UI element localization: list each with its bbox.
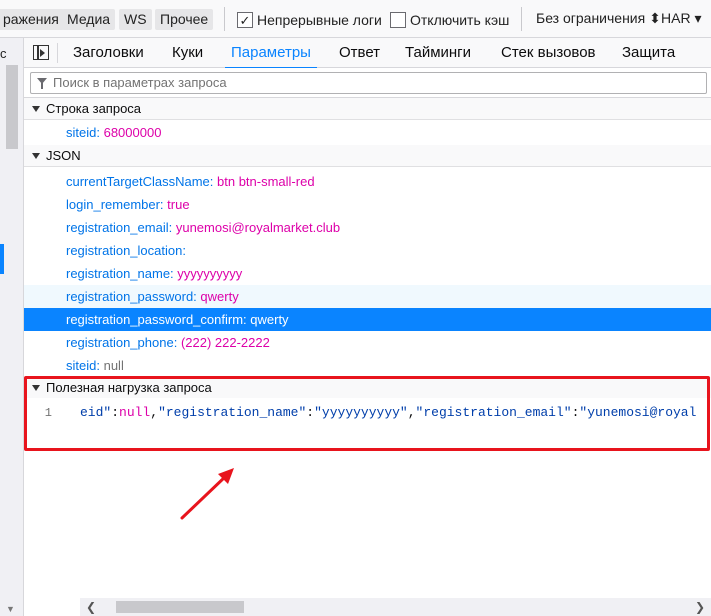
tab-headers[interactable]: Заголовки	[73, 38, 144, 68]
filter-images-button[interactable]: ражения	[0, 9, 64, 30]
param-key: registration_name:	[66, 266, 174, 281]
toolbar-divider	[521, 7, 522, 31]
persist-logs-checkbox[interactable]: ✓ Непрерывные логи	[237, 10, 382, 30]
param-key: login_remember:	[66, 197, 164, 212]
query-string-section-header[interactable]: Строка запроса	[24, 98, 711, 120]
param-row-hovered[interactable]: registration_password: qwerty	[24, 285, 711, 308]
filter-ws-button[interactable]: WS	[119, 9, 152, 30]
devtools-network-panel: ражения Медиа WS Прочее ✓ Непрерывные ло…	[0, 0, 711, 616]
param-value: true	[167, 197, 190, 212]
horizontal-scrollbar-thumb[interactable]	[116, 601, 244, 613]
selected-request-marker	[0, 244, 4, 274]
tab-security[interactable]: Защита	[622, 38, 675, 68]
horizontal-scrollbar[interactable]: ❮ ❯	[80, 598, 711, 616]
param-value: btn btn-small-red	[217, 174, 315, 189]
section-title: JSON	[46, 148, 81, 163]
disable-cache-label: Отключить кэш	[410, 12, 510, 28]
scroll-left-icon[interactable]: ❮	[86, 600, 96, 614]
param-row[interactable]: siteid: null	[24, 354, 711, 377]
param-row[interactable]: registration_location:	[24, 239, 711, 262]
tab-response[interactable]: Ответ	[339, 38, 380, 68]
expand-triangle-icon[interactable]	[32, 153, 40, 159]
filter-other-button[interactable]: Прочее	[155, 9, 214, 30]
details-tabbar: Заголовки Куки Параметры Ответ Тайминги …	[24, 38, 711, 69]
param-value: yunemosi@royalmarket.club	[175, 220, 341, 235]
checkbox-unchecked-icon[interactable]	[390, 12, 406, 28]
params-panel: Строка запроса siteid: 68000000 JSON cur…	[24, 98, 711, 598]
param-key: registration_password:	[66, 289, 197, 304]
params-filter-input[interactable]	[53, 75, 693, 90]
har-menu-button[interactable]: HAR ▾	[661, 10, 701, 27]
filter-media-button[interactable]: Медиа	[62, 9, 116, 30]
throttling-select[interactable]: Без ограничения ⬍	[536, 10, 661, 27]
section-title: Строка запроса	[46, 101, 142, 116]
highlight-annotation-box	[24, 376, 710, 451]
param-value: yyyyyyyyyy	[177, 266, 243, 281]
param-row[interactable]: login_remember: true	[24, 193, 711, 216]
disable-cache-checkbox[interactable]: Отключить кэш	[390, 10, 509, 30]
param-value: 68000000	[103, 125, 162, 140]
param-key: registration_password_confirm:	[66, 312, 247, 327]
filter-funnel-icon	[37, 78, 47, 89]
param-value: null	[103, 358, 124, 373]
checkbox-checked-icon[interactable]: ✓	[237, 12, 253, 28]
params-filter-box[interactable]	[30, 72, 707, 94]
annotation-arrow-icon	[180, 468, 234, 520]
param-key: registration_location:	[66, 243, 186, 258]
scroll-right-icon[interactable]: ❯	[695, 600, 705, 614]
tab-stack-trace[interactable]: Стек вызовов	[501, 38, 596, 68]
param-row-selected[interactable]: registration_password_confirm: qwerty	[24, 308, 711, 331]
json-section-header[interactable]: JSON	[24, 145, 711, 167]
request-list-edge: c ▼	[0, 38, 24, 616]
tab-timings[interactable]: Тайминги	[405, 38, 471, 68]
param-row[interactable]: currentTargetClassName: btn btn-small-re…	[24, 170, 711, 193]
param-key: siteid:	[66, 358, 100, 373]
param-value: qwerty	[250, 312, 289, 327]
param-row[interactable]: registration_phone: (222) 222-2222	[24, 331, 711, 354]
param-key: registration_email:	[66, 220, 173, 235]
param-row[interactable]: registration_name: yyyyyyyyyy	[24, 262, 711, 285]
tab-divider	[57, 43, 58, 63]
tab-cookies[interactable]: Куки	[172, 38, 203, 68]
param-key: siteid:	[66, 125, 100, 140]
param-row[interactable]: siteid: 68000000	[24, 121, 711, 144]
network-toolbar: ражения Медиа WS Прочее ✓ Непрерывные ло…	[0, 0, 711, 38]
scroll-down-icon[interactable]: ▼	[6, 604, 15, 614]
vertical-scrollbar-thumb[interactable]	[6, 65, 18, 149]
param-key: registration_phone:	[66, 335, 178, 350]
param-value: qwerty	[200, 289, 239, 304]
param-value: (222) 222-2222	[180, 335, 270, 350]
param-key: currentTargetClassName:	[66, 174, 214, 189]
toolbar-divider	[224, 7, 225, 31]
tab-params[interactable]: Параметры	[225, 38, 317, 69]
clipped-text: c	[0, 46, 7, 61]
persist-logs-label: Непрерывные логи	[257, 12, 382, 28]
param-row[interactable]: registration_email: yunemosi@royalmarket…	[24, 216, 711, 239]
params-filter-bar	[24, 68, 711, 98]
expand-triangle-icon[interactable]	[32, 106, 40, 112]
toggle-sidebar-icon[interactable]	[33, 45, 49, 60]
